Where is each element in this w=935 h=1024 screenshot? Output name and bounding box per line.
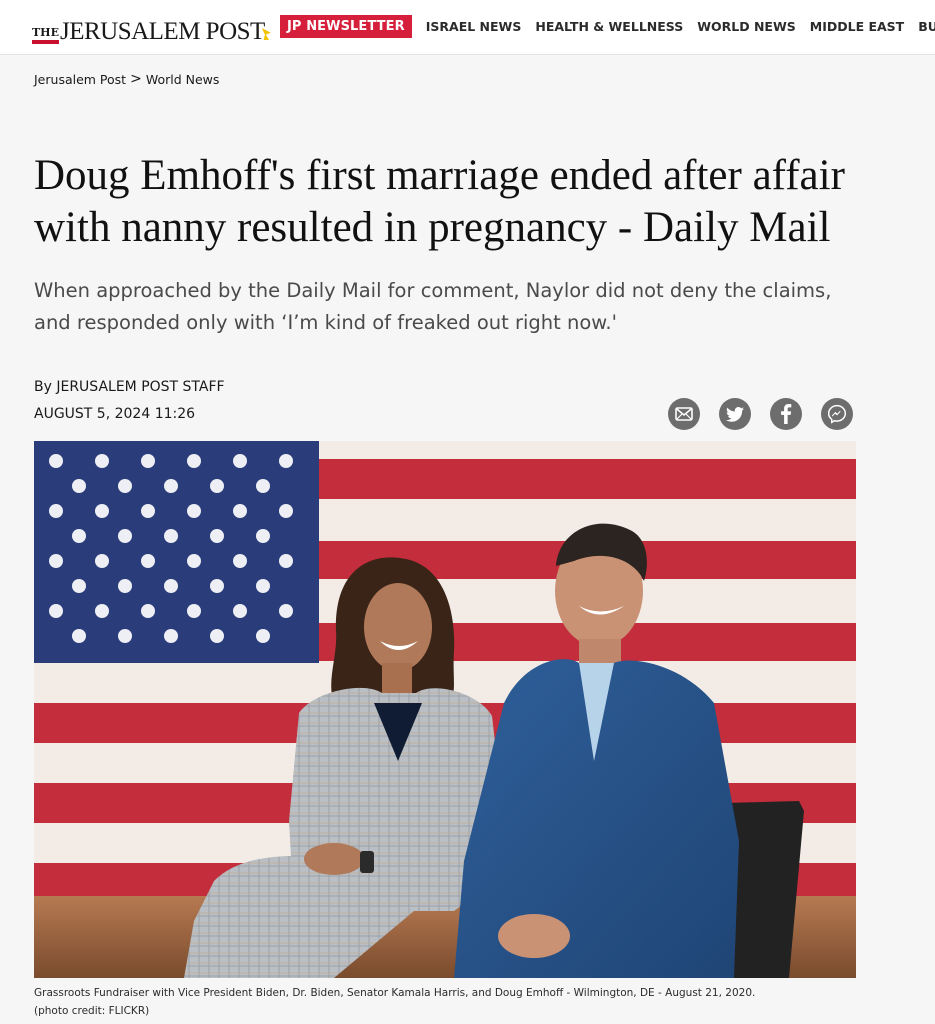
breadcrumb: Jerusalem Post > World News xyxy=(34,71,219,87)
jerusalem-post-logo[interactable]: THE JERUSALEM POST xyxy=(32,12,271,44)
logo-the: THE xyxy=(32,27,59,44)
photo-credit: (photo credit: FLICKR) xyxy=(34,1005,150,1017)
facebook-icon[interactable] xyxy=(770,398,802,430)
article-subheadline: When approached by the Daily Mail for co… xyxy=(34,279,832,334)
share-buttons xyxy=(668,398,853,430)
caption-text: Grassroots Fundraiser with Vice Presiden… xyxy=(34,987,756,999)
breadcrumb-separator: > xyxy=(130,71,142,87)
author-link[interactable]: JERUSALEM POST STAFF xyxy=(56,379,224,395)
nav-item-middle-east[interactable]: MIDDLE EAST xyxy=(810,19,904,34)
photo-illustration xyxy=(34,441,856,978)
article-byline: By JERUSALEM POST STAFF xyxy=(34,379,225,395)
nav-item-world-news[interactable]: WORLD NEWS xyxy=(697,19,796,34)
jp-newsletter-button[interactable]: JP NEWSLETTER xyxy=(280,15,412,38)
logo-name: JERUSALEM POST xyxy=(59,18,265,45)
nav-item-israel-news[interactable]: ISRAEL NEWS xyxy=(426,19,522,34)
photo-caption: Grassroots Fundraiser with Vice Presiden… xyxy=(34,984,894,1020)
breadcrumb-home-link[interactable]: Jerusalem Post xyxy=(34,72,126,87)
article-date: AUGUST 5, 2024 11:26 xyxy=(34,406,196,422)
top-navigation-bar: THE JERUSALEM POST JP NEWSLETTER ISRAEL … xyxy=(0,0,935,55)
article-photo[interactable] xyxy=(34,441,856,978)
twitter-icon[interactable] xyxy=(719,398,751,430)
nav-item-health-wellness[interactable]: HEALTH & WELLNESS xyxy=(535,19,683,34)
article-headline: Doug Emhoff's first marriage ended after… xyxy=(34,152,845,251)
main-nav: JP NEWSLETTER ISRAEL NEWS HEALTH & WELLN… xyxy=(280,15,935,38)
nav-item-business[interactable]: BUSINESS & xyxy=(918,19,935,34)
byline-prefix: By xyxy=(34,379,52,395)
breadcrumb-section-link[interactable]: World News xyxy=(146,72,220,87)
email-icon[interactable] xyxy=(668,398,700,430)
messenger-icon[interactable] xyxy=(821,398,853,430)
